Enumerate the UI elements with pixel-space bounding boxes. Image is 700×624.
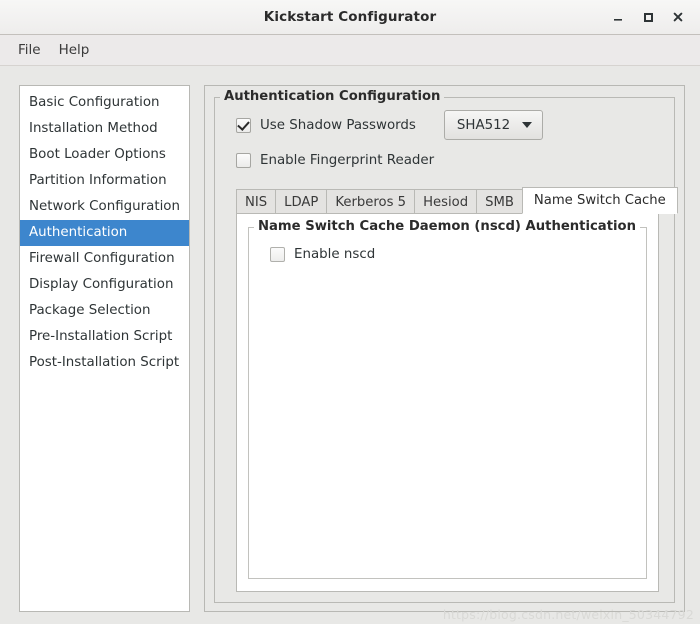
hash-algorithm-value: SHA512: [456, 117, 511, 133]
sidebar-item-partition-information[interactable]: Partition Information: [20, 168, 189, 194]
authentication-configuration-group: Authentication Configuration Use Shadow …: [214, 89, 678, 603]
sidebar-item-basic-configuration[interactable]: Basic Configuration: [20, 90, 189, 116]
use-shadow-passwords-checkbox[interactable]: [236, 117, 251, 133]
tab-strip: NIS LDAP Kerberos 5 Hesiod SMB Name Swit…: [236, 187, 678, 214]
enable-nscd-row: Enable nscd: [270, 241, 646, 267]
hash-algorithm-combobox[interactable]: SHA512: [443, 110, 544, 140]
nscd-authentication-group: Name Switch Cache Daemon (nscd) Authenti…: [248, 219, 647, 579]
minimize-icon: [614, 19, 622, 21]
tab-kerberos-5[interactable]: Kerberos 5: [326, 189, 416, 214]
window-controls: [604, 0, 692, 34]
tab-page-name-switch-cache: Name Switch Cache Daemon (nscd) Authenti…: [236, 213, 659, 592]
sidebar-item-pre-installation-script[interactable]: Pre-Installation Script: [20, 324, 189, 350]
menu-item-file[interactable]: File: [9, 39, 50, 61]
menu-bar: File Help: [0, 35, 700, 66]
tab-ldap[interactable]: LDAP: [275, 189, 328, 214]
content-area: Basic Configuration Installation Method …: [0, 66, 700, 624]
sidebar-item-post-installation-script[interactable]: Post-Installation Script: [20, 350, 189, 376]
enable-nscd-label: Enable nscd: [294, 246, 376, 262]
authentication-notebook: NIS LDAP Kerberos 5 Hesiod SMB Name Swit…: [236, 187, 678, 592]
tab-name-switch-cache[interactable]: Name Switch Cache: [521, 187, 678, 214]
enable-fingerprint-reader-label: Enable Fingerprint Reader: [260, 152, 435, 168]
maximize-button[interactable]: [634, 4, 662, 30]
sidebar-item-boot-loader-options[interactable]: Boot Loader Options: [20, 142, 189, 168]
sidebar-item-display-configuration[interactable]: Display Configuration: [20, 272, 189, 298]
chevron-down-icon: [522, 122, 533, 128]
close-icon: [673, 12, 683, 22]
enable-nscd-checkbox[interactable]: [270, 246, 285, 262]
enable-fingerprint-reader-checkbox[interactable]: [236, 152, 251, 168]
maximize-icon: [644, 13, 653, 22]
minimize-button[interactable]: [604, 4, 632, 30]
menu-item-help[interactable]: Help: [50, 39, 99, 61]
main-panel: Authentication Configuration Use Shadow …: [204, 85, 685, 612]
sidebar-item-network-configuration[interactable]: Network Configuration: [20, 194, 189, 220]
nscd-authentication-title: Name Switch Cache Daemon (nscd) Authenti…: [254, 219, 640, 234]
use-shadow-passwords-row: Use Shadow Passwords SHA512: [236, 110, 662, 140]
tab-hesiod[interactable]: Hesiod: [414, 189, 478, 214]
sidebar-item-authentication[interactable]: Authentication: [20, 220, 189, 246]
close-button[interactable]: [664, 4, 692, 30]
sidebar-list[interactable]: Basic Configuration Installation Method …: [19, 85, 190, 612]
use-shadow-passwords-label: Use Shadow Passwords: [260, 117, 416, 133]
tab-smb[interactable]: SMB: [476, 189, 523, 214]
sidebar-item-firewall-configuration[interactable]: Firewall Configuration: [20, 246, 189, 272]
application-window: Kickstart Configurator File Help Basic C…: [0, 0, 700, 624]
tab-nis[interactable]: NIS: [236, 189, 277, 214]
enable-fingerprint-reader-row: Enable Fingerprint Reader: [236, 147, 662, 173]
sidebar-item-package-selection[interactable]: Package Selection: [20, 298, 189, 324]
sidebar-item-installation-method[interactable]: Installation Method: [20, 116, 189, 142]
title-bar: Kickstart Configurator: [0, 0, 700, 35]
authentication-configuration-body: Use Shadow Passwords SHA512 Enable Finge…: [215, 98, 678, 602]
window-title: Kickstart Configurator: [263, 9, 437, 25]
